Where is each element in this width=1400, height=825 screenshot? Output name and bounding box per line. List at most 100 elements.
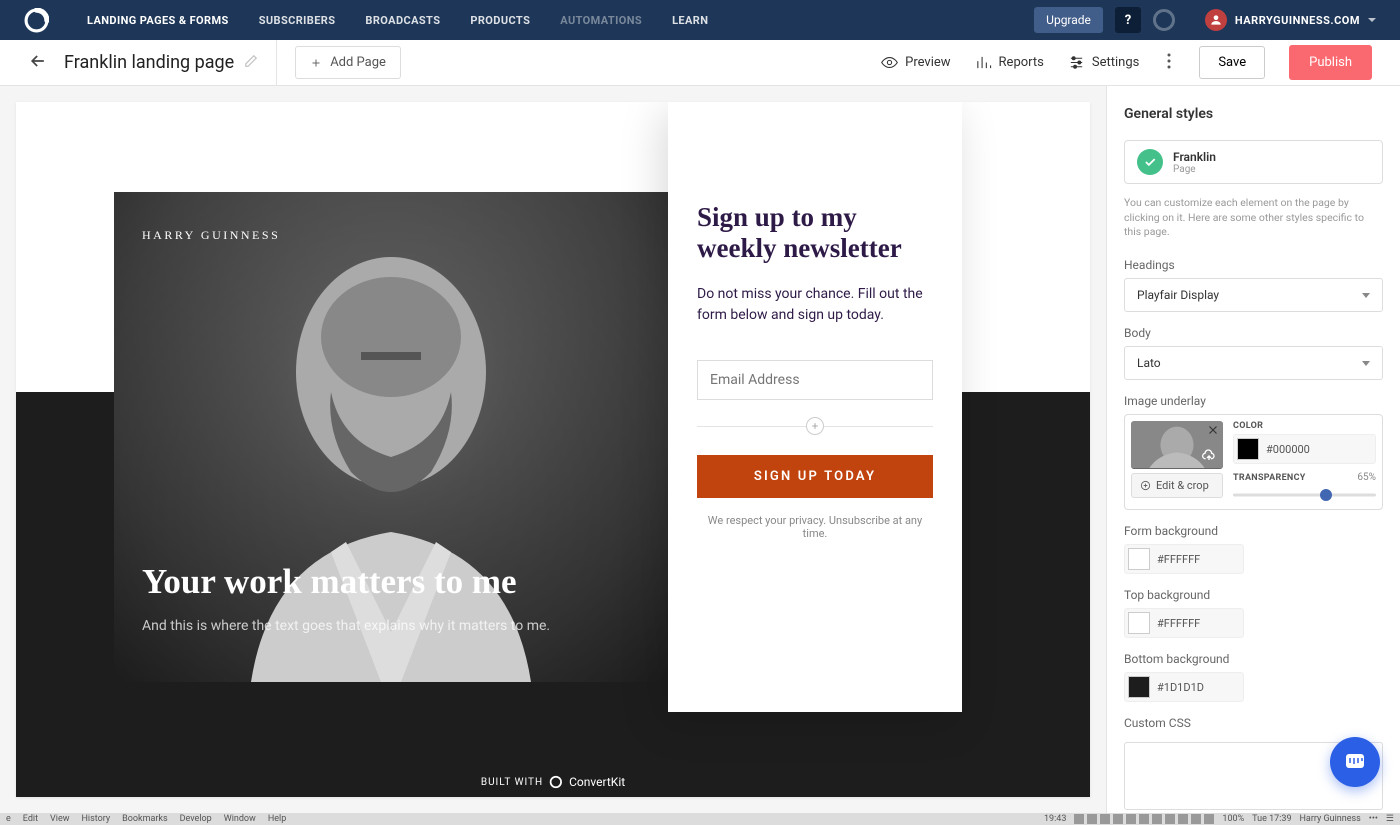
color-label: COLOR xyxy=(1233,421,1376,431)
template-card[interactable]: Franklin Page xyxy=(1124,140,1383,184)
editor-canvas[interactable]: HARRY GUINNESS Your work matters to me A… xyxy=(0,86,1106,813)
brand-label[interactable]: HARRY GUINNESS xyxy=(142,228,280,243)
os-user: Harry Guinness xyxy=(1300,814,1361,824)
sidebar-help-text: You can customize each element on the pa… xyxy=(1124,196,1383,240)
back-button[interactable] xyxy=(28,51,48,75)
color-swatch[interactable] xyxy=(1237,438,1259,460)
image-underlay-label: Image underlay xyxy=(1124,394,1383,408)
signup-form-card[interactable]: Sign up to my weekly newsletter Do not m… xyxy=(668,102,962,712)
headings-label: Headings xyxy=(1124,258,1383,272)
remove-image-button[interactable] xyxy=(1206,422,1220,436)
crop-icon xyxy=(1140,480,1151,491)
user-avatar-icon xyxy=(1205,9,1227,31)
app-logo[interactable] xyxy=(24,8,49,33)
template-type: Page xyxy=(1173,164,1216,175)
nav-broadcasts[interactable]: BROADCASTS xyxy=(365,14,440,27)
os-list-icon[interactable]: ☰ xyxy=(1386,814,1394,824)
add-field-button[interactable] xyxy=(806,417,824,435)
os-menu-view[interactable]: View xyxy=(50,814,69,824)
os-battery: 100% xyxy=(1222,814,1244,824)
check-icon xyxy=(1137,149,1163,175)
chevron-down-icon xyxy=(1362,361,1370,366)
os-menu-history[interactable]: History xyxy=(82,814,111,824)
eye-icon xyxy=(881,54,898,71)
edit-title-button[interactable] xyxy=(244,53,258,72)
form-description[interactable]: Do not miss your chance. Fill out the fo… xyxy=(697,284,933,326)
bottom-bg-input[interactable]: #1D1D1D xyxy=(1124,672,1244,702)
os-menu-edit[interactable]: Edit xyxy=(23,814,38,824)
underlay-color-input[interactable]: #000000 xyxy=(1233,434,1376,464)
os-menu-dots[interactable]: ••• xyxy=(1369,814,1378,824)
privacy-text[interactable]: We respect your privacy. Unsubscribe at … xyxy=(697,514,933,540)
chevron-down-icon xyxy=(1362,293,1370,298)
nav-landing-pages[interactable]: LANDING PAGES & FORMS xyxy=(87,14,229,27)
divider xyxy=(276,40,277,86)
status-indicator[interactable] xyxy=(1153,9,1175,31)
settings-button[interactable]: Settings xyxy=(1068,54,1139,71)
upload-icon[interactable] xyxy=(1201,448,1217,464)
reports-button[interactable]: Reports xyxy=(975,54,1044,71)
transparency-slider[interactable] xyxy=(1233,487,1376,503)
color-swatch[interactable] xyxy=(1128,676,1150,698)
hero-heading[interactable]: Your work matters to me xyxy=(142,562,517,602)
intercom-button[interactable] xyxy=(1330,737,1380,787)
os-menu-bookmarks[interactable]: Bookmarks xyxy=(122,814,167,824)
image-underlay-panel: Edit & crop COLOR #000000 TRANSPARENCY 6… xyxy=(1124,414,1383,510)
email-input[interactable] xyxy=(697,360,933,400)
nav-learn[interactable]: LEARN xyxy=(672,14,708,27)
template-name: Franklin xyxy=(1173,150,1216,164)
color-swatch[interactable] xyxy=(1128,612,1150,634)
top-bg-input[interactable]: #FFFFFF xyxy=(1124,608,1244,638)
publish-button[interactable]: Publish xyxy=(1289,45,1372,80)
os-tray-icons xyxy=(1074,814,1214,824)
caret-down-icon xyxy=(1368,18,1376,22)
save-button[interactable]: Save xyxy=(1199,46,1265,79)
convertkit-logo-icon xyxy=(549,775,563,789)
slider-thumb[interactable] xyxy=(1320,489,1332,501)
top-navbar: LANDING PAGES & FORMS SUBSCRIBERS BROADC… xyxy=(0,0,1400,40)
signup-button[interactable]: SIGN UP TODAY xyxy=(697,455,933,498)
add-page-button[interactable]: Add Page xyxy=(295,46,401,79)
built-with-badge[interactable]: BUILT WITH ConvertKit xyxy=(481,775,625,789)
nav-subscribers[interactable]: SUBSCRIBERS xyxy=(259,14,336,27)
os-menubar: e Edit View History Bookmarks Develop Wi… xyxy=(0,813,1400,825)
edit-crop-button[interactable]: Edit & crop xyxy=(1131,473,1223,498)
headings-font-select[interactable]: Playfair Display xyxy=(1124,278,1383,312)
hero-image[interactable]: HARRY GUINNESS Your work matters to me A… xyxy=(114,192,668,682)
sliders-icon xyxy=(1068,54,1085,71)
preview-button[interactable]: Preview xyxy=(881,54,950,71)
style-sidebar: General styles Franklin Page You can cus… xyxy=(1106,86,1400,813)
chat-icon xyxy=(1343,750,1367,774)
add-page-label: Add Page xyxy=(330,55,386,70)
transparency-label: TRANSPARENCY xyxy=(1233,473,1306,483)
user-name: HARRYGUINNESS.COM xyxy=(1235,14,1360,27)
os-time-1: 19:43 xyxy=(1044,814,1066,824)
person-photo xyxy=(191,192,591,682)
plus-icon xyxy=(310,57,322,69)
body-font-select[interactable]: Lato xyxy=(1124,346,1383,380)
upgrade-button[interactable]: Upgrade xyxy=(1034,7,1103,33)
underlay-thumbnail[interactable] xyxy=(1131,421,1223,469)
os-menu-develop[interactable]: Develop xyxy=(180,814,212,824)
form-headline[interactable]: Sign up to my weekly newsletter xyxy=(697,202,933,264)
primary-nav: LANDING PAGES & FORMS SUBSCRIBERS BROADC… xyxy=(87,14,1034,27)
nav-automations[interactable]: AUTOMATIONS xyxy=(560,14,642,27)
more-menu-button[interactable] xyxy=(1163,47,1175,79)
body-label: Body xyxy=(1124,326,1383,340)
page-title: Franklin landing page xyxy=(64,52,234,73)
color-swatch[interactable] xyxy=(1128,548,1150,570)
bottom-bg-label: Bottom background xyxy=(1124,652,1383,666)
nav-products[interactable]: PRODUCTS xyxy=(470,14,530,27)
plus-icon xyxy=(810,421,820,431)
os-menu-help[interactable]: Help xyxy=(268,814,286,824)
form-bg-input[interactable]: #FFFFFF xyxy=(1124,544,1244,574)
help-button[interactable]: ? xyxy=(1115,7,1141,33)
sidebar-title: General styles xyxy=(1124,106,1383,122)
browser-menu-item[interactable]: e xyxy=(6,814,11,824)
form-bg-label: Form background xyxy=(1124,524,1383,538)
os-menu-window[interactable]: Window xyxy=(224,814,256,824)
os-time-2: Tue 17:39 xyxy=(1252,814,1291,824)
hero-subheading[interactable]: And this is where the text goes that exp… xyxy=(142,618,550,634)
user-menu[interactable]: HARRYGUINNESS.COM xyxy=(1205,9,1376,31)
page-subheader: Franklin landing page Add Page Preview R… xyxy=(0,40,1400,86)
